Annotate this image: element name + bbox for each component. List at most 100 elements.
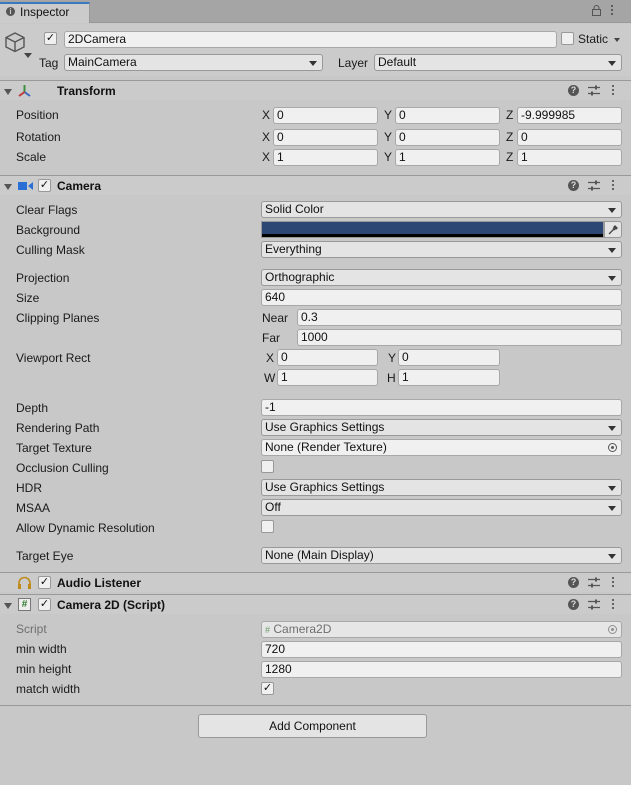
help-icon[interactable]: ? [568, 180, 579, 191]
headphones-icon [18, 576, 31, 589]
target-eye-label: Target Eye [16, 549, 74, 563]
foldout-arrow-icon[interactable] [4, 89, 12, 95]
chevron-down-icon [309, 61, 317, 66]
chevron-down-icon [608, 61, 616, 66]
camera2d-enabled-toggle[interactable]: ✓ [38, 598, 51, 611]
background-label: Background [16, 223, 81, 237]
viewport-y-label: Y [388, 351, 397, 365]
object-picker-icon[interactable] [608, 443, 617, 452]
lock-icon[interactable] [592, 5, 601, 16]
min-height-label: min height [16, 662, 72, 676]
scale-x-label: X [262, 150, 271, 164]
script-field: # Camera2D [261, 621, 622, 638]
audio-listener-title: Audio Listener [57, 576, 142, 590]
projection-dropdown[interactable]: Orthographic [261, 269, 622, 286]
tab-inspector-label: Inspector [20, 5, 70, 19]
component-menu-icon[interactable] [611, 85, 615, 97]
position-y-label: Y [384, 108, 393, 122]
audio-listener-header[interactable]: ✓ Audio Listener ? [0, 572, 631, 592]
chevron-down-icon [608, 276, 616, 281]
clear-flags-label: Clear Flags [16, 203, 78, 217]
min-width-input[interactable]: 720 [261, 641, 622, 658]
transform-header[interactable]: Transform ? [0, 80, 631, 100]
position-z-input[interactable]: -9.999985 [517, 107, 622, 124]
gameobject-cube-icon[interactable] [4, 31, 26, 53]
near-label: Near [262, 311, 289, 325]
chevron-down-icon [608, 554, 616, 559]
color-picker-button[interactable] [604, 221, 622, 238]
projection-value: Orthographic [265, 270, 335, 284]
static-label: Static [578, 32, 609, 46]
viewport-w-input[interactable]: 1 [277, 369, 378, 386]
scale-label: Scale [16, 150, 47, 164]
near-input[interactable]: 0.3 [297, 309, 622, 326]
help-icon[interactable]: ? [568, 85, 579, 96]
icon-dropdown-arrow-icon[interactable] [24, 53, 32, 58]
dynamic-resolution-label: Allow Dynamic Resolution [16, 521, 155, 535]
depth-label: Depth [16, 401, 49, 415]
position-x-input[interactable]: 0 [273, 107, 378, 124]
foldout-arrow-icon[interactable] [4, 184, 12, 190]
help-icon[interactable]: ? [568, 577, 579, 588]
component-menu-icon[interactable] [611, 577, 615, 589]
static-dropdown-arrow-icon[interactable] [614, 38, 620, 42]
rotation-x-input[interactable]: 0 [273, 129, 378, 146]
viewport-rect-label: Viewport Rect [16, 351, 91, 365]
match-width-checkbox[interactable]: ✓ [261, 682, 274, 695]
audio-listener-enabled-toggle[interactable]: ✓ [38, 576, 51, 589]
rendering-path-dropdown[interactable]: Use Graphics Settings [261, 419, 622, 436]
msaa-dropdown[interactable]: Off [261, 499, 622, 516]
target-eye-dropdown[interactable]: None (Main Display) [261, 547, 622, 564]
foldout-arrow-icon[interactable] [4, 603, 12, 609]
preset-icon[interactable] [588, 599, 600, 610]
position-x-label: X [262, 108, 271, 122]
background-color-swatch[interactable] [261, 221, 604, 238]
tag-dropdown[interactable]: MainCamera [64, 54, 323, 71]
scale-y-input[interactable]: 1 [395, 149, 500, 166]
clear-flags-dropdown[interactable]: Solid Color [261, 201, 622, 218]
layer-dropdown[interactable]: Default [374, 54, 622, 71]
target-texture-field[interactable]: None (Render Texture) [261, 439, 622, 456]
rendering-path-label: Rendering Path [16, 421, 100, 435]
viewport-y-input[interactable]: 0 [398, 349, 500, 366]
size-input[interactable]: 640 [261, 289, 622, 306]
help-icon[interactable]: ? [568, 599, 579, 610]
rotation-z-input[interactable]: 0 [517, 129, 622, 146]
scale-y-label: Y [384, 150, 393, 164]
culling-mask-dropdown[interactable]: Everything [261, 241, 622, 258]
component-menu-icon[interactable] [611, 599, 615, 611]
tab-inspector[interactable]: i Inspector [0, 2, 90, 23]
dynamic-resolution-checkbox[interactable] [261, 520, 274, 533]
gameobject-name-input[interactable]: 2DCamera [64, 31, 557, 48]
static-checkbox[interactable] [561, 32, 574, 45]
projection-label: Projection [16, 271, 70, 285]
min-height-input[interactable]: 1280 [261, 661, 622, 678]
position-y-input[interactable]: 0 [395, 107, 500, 124]
viewport-h-input[interactable]: 1 [398, 369, 500, 386]
tab-bar: i Inspector [0, 0, 631, 23]
preset-icon[interactable] [588, 577, 600, 588]
background-alpha-bar [262, 234, 603, 237]
preset-icon[interactable] [588, 180, 600, 191]
add-component-button[interactable]: Add Component [198, 714, 427, 738]
gameobject-active-toggle[interactable]: ✓ [44, 32, 57, 45]
scale-z-input[interactable]: 1 [517, 149, 622, 166]
camera-title: Camera [57, 179, 102, 193]
msaa-value: Off [265, 500, 281, 514]
window-menu-icon[interactable] [610, 5, 614, 17]
far-input[interactable]: 1000 [297, 329, 622, 346]
camera-header[interactable]: ✓ Camera ? [0, 175, 631, 195]
scale-x-input[interactable]: 1 [273, 149, 378, 166]
camera2d-header[interactable]: # ✓ Camera 2D (Script) ? [0, 594, 631, 614]
occlusion-culling-checkbox[interactable] [261, 460, 274, 473]
rotation-y-input[interactable]: 0 [395, 129, 500, 146]
viewport-x-input[interactable]: 0 [277, 349, 378, 366]
divider [0, 705, 631, 706]
scale-z-label: Z [506, 150, 514, 164]
far-label: Far [262, 331, 280, 345]
hdr-dropdown[interactable]: Use Graphics Settings [261, 479, 622, 496]
component-menu-icon[interactable] [611, 180, 615, 192]
depth-input[interactable]: -1 [261, 399, 622, 416]
preset-icon[interactable] [588, 85, 600, 96]
camera-enabled-toggle[interactable]: ✓ [38, 179, 51, 192]
